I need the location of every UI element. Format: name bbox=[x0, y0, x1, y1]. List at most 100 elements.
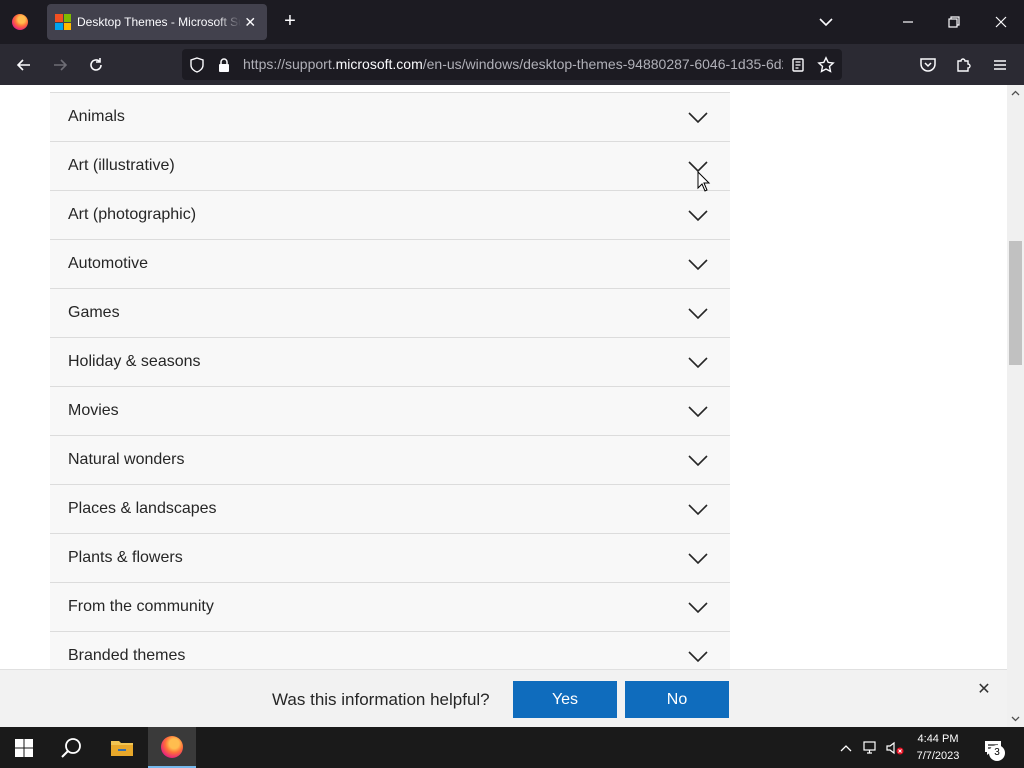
accordion-label: Automotive bbox=[68, 255, 149, 272]
chevron-down-icon bbox=[688, 112, 708, 124]
scroll-down-button[interactable] bbox=[1007, 711, 1024, 727]
accordion-label: Places & landscapes bbox=[68, 500, 217, 517]
accordion-item-holiday-seasons[interactable]: Holiday & seasons bbox=[50, 337, 730, 386]
arrow-left-icon bbox=[16, 59, 30, 71]
app-menu-button[interactable] bbox=[987, 52, 1013, 78]
network-tray-button[interactable] bbox=[860, 727, 882, 768]
chevron-down-icon bbox=[688, 651, 708, 663]
close-icon bbox=[995, 16, 1007, 28]
start-button[interactable] bbox=[0, 727, 48, 768]
firefox-icon bbox=[161, 735, 183, 758]
feedback-question: Was this information helpful? bbox=[272, 690, 490, 709]
chevron-down-icon bbox=[688, 602, 708, 614]
accordion-item-plants-flowers[interactable]: Plants & flowers bbox=[50, 533, 730, 582]
chevron-down-icon bbox=[1011, 716, 1020, 722]
notification-count-badge: 3 bbox=[989, 745, 1005, 761]
feedback-no-button[interactable]: No bbox=[625, 681, 729, 718]
address-bar[interactable]: https://support.microsoft.com/en-us/wind… bbox=[182, 49, 842, 80]
back-button[interactable] bbox=[11, 52, 37, 78]
folder-icon bbox=[111, 740, 133, 756]
clock-tray[interactable]: 4:44 PM 7/7/2023 bbox=[908, 727, 968, 768]
restore-button[interactable] bbox=[940, 8, 968, 36]
accordion-item-natural-wonders[interactable]: Natural wonders bbox=[50, 435, 730, 484]
extensions-button[interactable] bbox=[951, 52, 977, 78]
chevron-down-icon bbox=[688, 357, 708, 369]
forward-button[interactable] bbox=[47, 52, 73, 78]
feedback-banner: Was this information helpful? Yes No ✕ bbox=[0, 669, 1007, 727]
search-button[interactable] bbox=[48, 727, 96, 768]
search-icon bbox=[61, 737, 81, 758]
accordion-item-art-illustrative[interactable]: Art (illustrative) bbox=[50, 141, 730, 190]
firefox-view-button[interactable] bbox=[8, 10, 32, 34]
accordion-item-movies[interactable]: Movies bbox=[50, 386, 730, 435]
arrow-right-icon bbox=[54, 59, 68, 71]
feedback-close-icon[interactable]: ✕ bbox=[974, 680, 994, 700]
accordion-label: Animals bbox=[68, 108, 125, 125]
chevron-up-icon bbox=[840, 744, 852, 751]
show-hidden-icons-button[interactable] bbox=[836, 727, 856, 768]
reload-button[interactable] bbox=[83, 52, 109, 78]
scrollbar-thumb[interactable] bbox=[1009, 241, 1022, 365]
taskbar-date: 7/7/2023 bbox=[916, 749, 960, 762]
site-security-icon[interactable] bbox=[215, 56, 233, 74]
chevron-down-icon bbox=[688, 259, 708, 271]
tracking-protection-icon[interactable] bbox=[188, 56, 206, 74]
themes-accordion: Animals Art (illustrative) Art (photogra… bbox=[50, 92, 730, 680]
page-scrollbar[interactable] bbox=[1007, 85, 1024, 727]
tab-title: Desktop Themes - Microsoft Support bbox=[77, 15, 241, 29]
firefox-taskbar-button[interactable] bbox=[148, 727, 196, 768]
hamburger-menu-icon bbox=[994, 60, 1006, 70]
volume-tray-button[interactable] bbox=[884, 727, 906, 768]
minimize-icon bbox=[903, 21, 913, 23]
volume-muted-icon bbox=[886, 741, 904, 754]
accordion-label: Art (illustrative) bbox=[68, 157, 175, 174]
accordion-item-from-the-community[interactable]: From the community bbox=[50, 582, 730, 631]
new-tab-button[interactable]: + bbox=[278, 10, 302, 34]
accordion-label: Games bbox=[68, 304, 120, 321]
url-text[interactable]: https://support.microsoft.com/en-us/wind… bbox=[243, 49, 783, 80]
bookmark-star-button[interactable] bbox=[817, 56, 835, 74]
chevron-down-icon bbox=[688, 210, 708, 222]
close-window-button[interactable] bbox=[987, 8, 1015, 36]
accordion-label: Natural wonders bbox=[68, 451, 185, 468]
pocket-icon bbox=[920, 58, 936, 72]
puzzle-icon bbox=[957, 58, 971, 72]
tab-close-icon[interactable]: ✕ bbox=[241, 14, 259, 31]
windows-logo-icon bbox=[15, 738, 33, 757]
chevron-down-icon bbox=[688, 553, 708, 565]
taskbar-time: 4:44 PM bbox=[917, 732, 959, 745]
accordion-label: Holiday & seasons bbox=[68, 353, 201, 370]
tab-desktop-themes[interactable]: Desktop Themes - Microsoft Support ✕ bbox=[47, 4, 267, 40]
accordion-label: Plants & flowers bbox=[68, 549, 183, 566]
accordion-label: From the community bbox=[68, 598, 214, 615]
pocket-button[interactable] bbox=[915, 52, 941, 78]
accordion-label: Movies bbox=[68, 402, 119, 419]
reader-view-button[interactable] bbox=[789, 56, 807, 74]
chevron-down-icon bbox=[688, 455, 708, 467]
accordion-item-automotive[interactable]: Automotive bbox=[50, 239, 730, 288]
list-all-tabs-button[interactable] bbox=[814, 10, 838, 34]
chevron-down-icon bbox=[688, 406, 708, 418]
chevron-up-icon bbox=[1011, 90, 1020, 96]
accordion-item-animals[interactable]: Animals bbox=[50, 92, 730, 141]
shield-icon bbox=[190, 57, 204, 73]
accordion-item-places-landscapes[interactable]: Places & landscapes bbox=[50, 484, 730, 533]
network-icon bbox=[863, 740, 876, 754]
scroll-up-button[interactable] bbox=[1007, 85, 1024, 101]
chevron-down-icon bbox=[819, 18, 833, 27]
mouse-cursor-icon bbox=[697, 171, 711, 192]
url-path: /en-us/windows/desktop-themes-94880287-6… bbox=[422, 56, 783, 72]
chevron-down-icon bbox=[688, 308, 708, 320]
url-domain: microsoft.com bbox=[335, 56, 423, 72]
url-prefix: https://support. bbox=[243, 56, 336, 72]
feedback-yes-button[interactable]: Yes bbox=[513, 681, 617, 718]
lock-icon bbox=[219, 58, 229, 72]
page-content: Animals Art (illustrative) Art (photogra… bbox=[0, 85, 1007, 727]
accordion-item-games[interactable]: Games bbox=[50, 288, 730, 337]
accordion-item-art-photographic[interactable]: Art (photographic) bbox=[50, 190, 730, 239]
reader-view-icon bbox=[792, 58, 804, 72]
file-explorer-button[interactable] bbox=[98, 727, 146, 768]
windows-taskbar: 4:44 PM 7/7/2023 3 bbox=[0, 727, 1024, 768]
minimize-button[interactable] bbox=[894, 8, 922, 36]
star-icon bbox=[817, 56, 835, 73]
